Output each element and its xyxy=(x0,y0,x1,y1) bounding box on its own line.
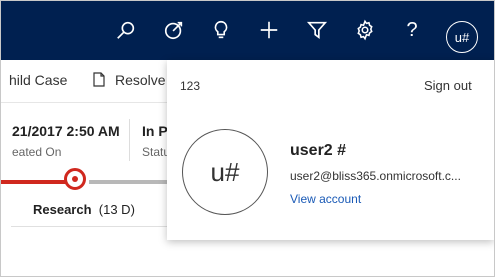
search-icon[interactable] xyxy=(113,17,139,43)
account-flyout: 123 Sign out u# user2 # user2@bliss365.o… xyxy=(167,60,494,240)
help-glyph: ? xyxy=(406,18,418,41)
process-remaining-line xyxy=(89,180,169,184)
stage-research[interactable]: Research (13 D) xyxy=(33,202,135,217)
organization-name: 123 xyxy=(180,79,201,93)
filter-icon[interactable] xyxy=(304,17,330,43)
avatar-initials: u# xyxy=(454,29,470,45)
created-on-value: 21/2017 2:50 AM xyxy=(12,123,120,139)
create-child-case-button[interactable]: hild Case xyxy=(9,72,67,88)
plus-icon[interactable] xyxy=(256,17,282,43)
view-account-link[interactable]: View account xyxy=(290,192,361,206)
created-on-label: eated On xyxy=(12,145,62,159)
status-value: In P xyxy=(142,123,168,139)
account-avatar: u# xyxy=(182,129,268,215)
user-email: user2@bliss365.onmicrosoft.c... xyxy=(290,169,461,183)
user-avatar-button[interactable]: u# xyxy=(446,21,478,53)
account-avatar-initials: u# xyxy=(210,156,240,187)
help-icon[interactable]: ? xyxy=(399,17,425,43)
resolve-case-button[interactable]: Resolve xyxy=(115,72,166,88)
target-icon[interactable] xyxy=(161,17,187,43)
active-stage-marker-inner xyxy=(72,176,78,182)
info-divider xyxy=(129,119,130,161)
document-icon xyxy=(93,72,105,87)
sign-out-link[interactable]: Sign out xyxy=(424,78,472,93)
lightbulb-icon[interactable] xyxy=(208,17,234,43)
stage-duration: (13 D) xyxy=(98,202,135,217)
app-window: ? u# hild Case Resolve 21/2017 2:50 AM e… xyxy=(0,0,495,277)
stage-divider xyxy=(11,226,169,227)
status-label: Statu xyxy=(142,145,171,159)
stage-name: Research xyxy=(33,202,92,217)
gear-icon[interactable] xyxy=(352,17,378,43)
user-name: user2 # xyxy=(290,142,347,159)
active-stage-marker[interactable] xyxy=(64,168,86,190)
top-nav-bar: ? u# xyxy=(1,1,494,60)
